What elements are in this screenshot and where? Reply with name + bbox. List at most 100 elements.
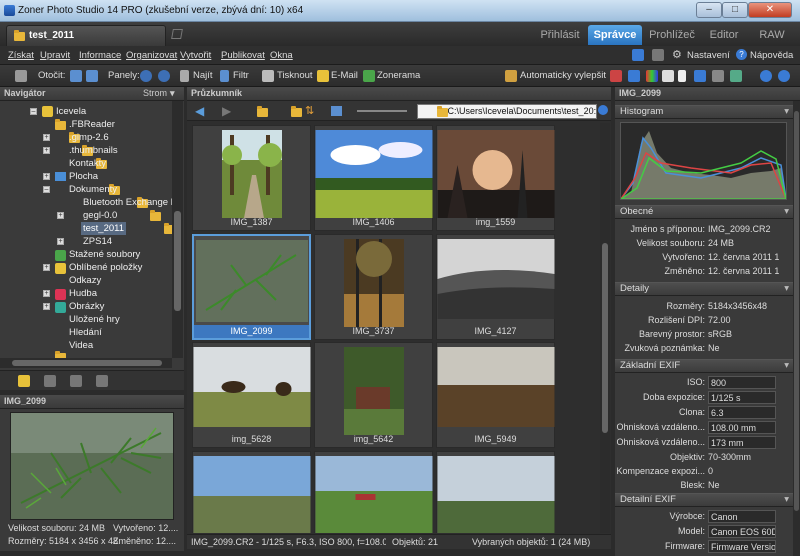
- login-link[interactable]: Přihlásit: [538, 25, 582, 45]
- thumbnail[interactable]: IMG_1387: [192, 125, 311, 231]
- thumbnail[interactable]: [314, 451, 433, 533]
- thumbnail-selected[interactable]: IMG_2099: [192, 234, 311, 340]
- folders-tab-icon[interactable]: [18, 375, 30, 387]
- exif-focal35-field[interactable]: 173 mm: [708, 436, 776, 449]
- tree-expander[interactable]: +: [57, 238, 64, 245]
- general-section[interactable]: Obecné: [615, 205, 793, 219]
- tree-item-icevela[interactable]: Icevela: [56, 105, 86, 118]
- zoom-slider[interactable]: [357, 110, 407, 112]
- close-button[interactable]: ✕: [748, 2, 792, 18]
- tree-item-fbreader[interactable]: .FBReader: [69, 118, 115, 131]
- zoom-out-icon[interactable]: [778, 70, 790, 82]
- exif-make-field[interactable]: Canon: [708, 510, 776, 523]
- tree-expander[interactable]: –: [30, 108, 37, 115]
- menu-info[interactable]: Informace: [79, 50, 121, 61]
- navigator-scrollbar[interactable]: [172, 101, 183, 358]
- new-tab-icon[interactable]: [171, 29, 183, 39]
- tree-expander[interactable]: +: [43, 264, 50, 271]
- menu-publish[interactable]: Publikovat: [221, 50, 265, 61]
- rotate-right-icon[interactable]: [86, 70, 98, 82]
- exif-aperture-field[interactable]: 6.3: [708, 406, 776, 419]
- exif-firmware-field[interactable]: Firmware Version: [708, 540, 776, 553]
- tree-expander[interactable]: +: [57, 212, 64, 219]
- tab-viewer[interactable]: Prohlížeč: [646, 25, 698, 45]
- tree-item-music[interactable]: Hudba: [69, 287, 97, 300]
- panel-left-icon[interactable]: [140, 70, 152, 82]
- path-field[interactable]: C:\Users\Icevela\Documents\test_20:: [417, 104, 597, 119]
- document-tab[interactable]: test_2011: [6, 25, 166, 46]
- menu-windows[interactable]: Okna: [270, 50, 293, 61]
- browser-scrollbar[interactable]: [600, 123, 610, 533]
- menu-create[interactable]: Vytvořit: [180, 50, 211, 61]
- tab-editor[interactable]: Editor: [702, 25, 746, 45]
- catalog-tab-icon[interactable]: [44, 375, 56, 387]
- tree-expander[interactable]: +: [43, 303, 50, 310]
- exif-exposure-field[interactable]: 1/125 s: [708, 391, 776, 404]
- tree-item-bluetooth[interactable]: Bluetooth Exchange Fol: [83, 196, 172, 209]
- tab-raw[interactable]: RAW: [750, 25, 794, 45]
- window-layout-icon[interactable]: [632, 49, 644, 61]
- exif-model-field[interactable]: Canon EOS 60D: [708, 525, 776, 538]
- folder-up-icon[interactable]: [257, 106, 268, 117]
- tool-icon-2[interactable]: [628, 70, 640, 82]
- back-icon[interactable]: ◀: [195, 104, 204, 118]
- tree-item-thumbnails[interactable]: .thumbnails: [69, 144, 118, 157]
- panel-right-icon[interactable]: [158, 70, 170, 82]
- hscroll-thumb[interactable]: [12, 360, 162, 366]
- thumbnail[interactable]: IMG_5949: [436, 342, 555, 448]
- scroll-thumb[interactable]: [794, 111, 799, 511]
- tool-icon-7[interactable]: [730, 70, 742, 82]
- tree-item-gegl[interactable]: gegl-0.0: [83, 209, 117, 222]
- tree-expander[interactable]: +: [43, 173, 50, 180]
- rotate-left-icon[interactable]: [70, 70, 82, 82]
- navigator-hscrollbar[interactable]: [0, 358, 172, 368]
- tool-icon-3[interactable]: [662, 70, 674, 82]
- menu-edit[interactable]: Upravit: [40, 50, 70, 61]
- thumbnail[interactable]: img_5642: [314, 342, 433, 448]
- find-button[interactable]: Najít: [193, 70, 213, 81]
- tree-expander[interactable]: –: [43, 186, 50, 193]
- tree-item-desktop[interactable]: Plocha: [69, 170, 98, 183]
- tool-icon-5[interactable]: [694, 70, 706, 82]
- tree-item-favorites[interactable]: Oblíbené položky: [69, 261, 142, 274]
- tree-item-pictures[interactable]: Obrázky: [69, 300, 104, 313]
- filter-button[interactable]: Filtr: [233, 70, 249, 81]
- settings-button[interactable]: Nastavení: [687, 50, 730, 61]
- forward-icon[interactable]: ▶: [222, 104, 231, 118]
- chevron-down-icon[interactable]: ▾: [170, 87, 175, 100]
- help-button[interactable]: Nápověda: [750, 50, 793, 61]
- tree-expander[interactable]: +: [43, 134, 50, 141]
- tree-item-links[interactable]: Odkazy: [69, 274, 101, 287]
- thumbnail[interactable]: img_1559: [436, 125, 555, 231]
- view-mode-icon[interactable]: [331, 106, 342, 116]
- email-button[interactable]: E-Mail: [331, 70, 358, 81]
- tree-item-searches[interactable]: Hledání: [69, 326, 102, 339]
- thumbnail[interactable]: img_5628: [192, 342, 311, 448]
- tree-item-saved-games[interactable]: Uložené hry: [69, 313, 120, 326]
- autofix-button[interactable]: Automaticky vylepšit: [520, 70, 606, 81]
- exif-focal-field[interactable]: 108.00 mm: [708, 421, 776, 434]
- zoom-in-icon[interactable]: [760, 70, 772, 82]
- histogram-section[interactable]: Histogram: [615, 105, 793, 119]
- monitor-icon[interactable]: [652, 49, 664, 61]
- color-icon[interactable]: [646, 70, 658, 82]
- scroll-thumb[interactable]: [174, 211, 181, 311]
- tree-item-downloads[interactable]: Stažené soubory: [69, 248, 140, 261]
- thumbnail[interactable]: IMG_3737: [314, 234, 433, 340]
- tree-expander[interactable]: +: [43, 147, 50, 154]
- detailed-exif-section[interactable]: Detailní EXIF: [615, 493, 793, 507]
- tab-manager[interactable]: Správce: [588, 25, 642, 45]
- info-scrollbar[interactable]: [793, 101, 800, 556]
- sort-icon[interactable]: ⇅: [305, 104, 314, 117]
- tool-icon-6[interactable]: [712, 70, 724, 82]
- tree-item-documents[interactable]: Dokumenty: [69, 183, 117, 196]
- menu-organize[interactable]: Organizovat: [126, 50, 177, 61]
- scroll-thumb[interactable]: [602, 243, 608, 433]
- camera-icon[interactable]: [15, 70, 27, 82]
- tree-item-contacts[interactable]: Kontakty: [69, 157, 106, 170]
- tool-icon-4[interactable]: [678, 70, 686, 82]
- exif-iso-field[interactable]: 800: [708, 376, 776, 389]
- maximize-button[interactable]: □: [722, 2, 748, 18]
- refresh-icon[interactable]: [598, 105, 608, 115]
- tree-item-zps14[interactable]: ZPS14: [83, 235, 112, 248]
